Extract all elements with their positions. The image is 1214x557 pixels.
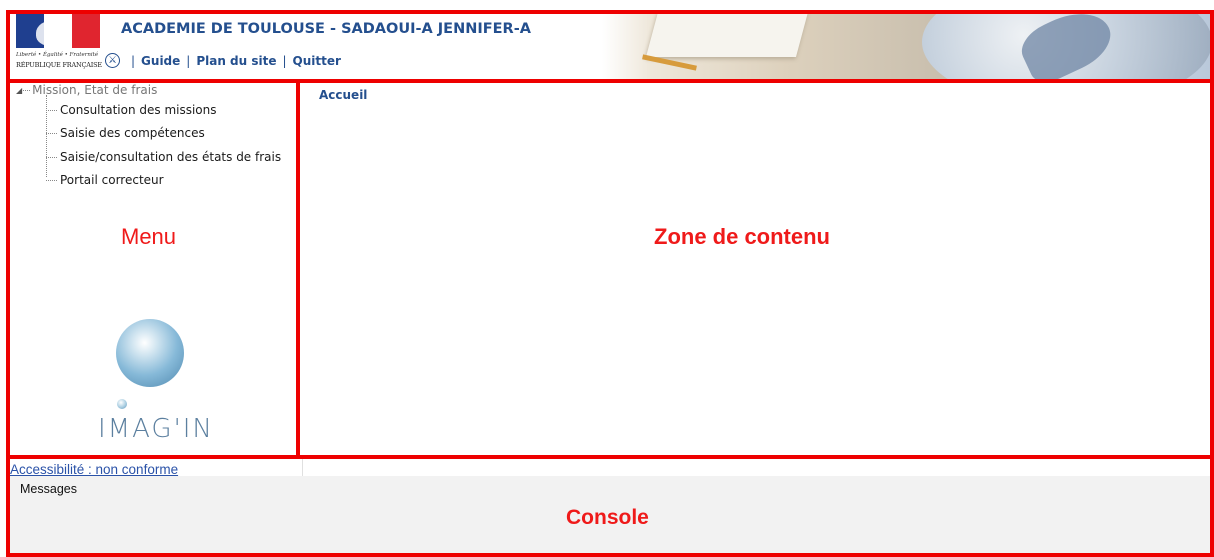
logo-motto: Liberté • Égalité • Fraternité [16,52,99,58]
status-strip [302,459,1214,476]
menu-tree: ◢ Mission, Etat de frais Consultation de… [16,81,281,192]
annotation-content-label: Zone de contenu [654,224,830,249]
bubble-large-icon [116,319,184,387]
annotation-menu-label: Menu [121,224,177,249]
menu-panel: ◢ Mission, Etat de frais Consultation de… [10,79,296,454]
menu-root-label[interactable]: Mission, Etat de frais [32,83,157,97]
menu-root[interactable]: ◢ Mission, Etat de frais [16,81,281,99]
menu-item-etats-de-frais[interactable]: Saisie/consultation des états de frais [46,146,281,169]
header-toolbar: ⚔ | Guide | Plan du site | Quitter [105,53,341,68]
papers-image [645,12,809,57]
menu-item-consultation-missions[interactable]: Consultation des missions [46,99,281,122]
accessibility-icon[interactable]: ⚔ [105,53,120,68]
header-decorative-image [602,10,1214,79]
accessibility-status: Accessibilité : non conforme [10,459,300,477]
bubble-small-icon [117,399,127,409]
breadcrumb[interactable]: Accueil [319,88,367,102]
page-title: ACADEMIE DE TOULOUSE - SADAOUI-A JENNIFE… [121,21,531,37]
toolbar-separator: | [282,53,287,68]
annotation-console-label: Console [566,506,649,529]
logo-name: RÉPUBLIQUE FRANÇAISE [16,61,102,69]
toolbar-separator: | [186,53,191,68]
console-panel: Messages Console [10,476,1214,557]
header-banner: Liberté • Égalité • Fraternité RÉPUBLIQU… [10,10,1214,79]
imagin-logo: IMAG'IN [98,319,212,459]
marianne-profile-icon [36,20,72,46]
accessibility-status-link[interactable]: Accessibilité : non conforme [10,462,178,477]
console-title: Messages [20,482,77,496]
content-zone: Accueil Zone de contenu [300,79,1214,454]
menu-item-saisie-competences[interactable]: Saisie des compétences [46,122,281,145]
imagin-logo-text: IMAG'IN [98,414,214,444]
sitemap-link[interactable]: Plan du site [196,54,276,68]
guide-link[interactable]: Guide [141,54,180,68]
republique-francaise-logo: Liberté • Égalité • Fraternité RÉPUBLIQU… [16,14,102,72]
collapse-triangle-icon[interactable]: ◢ [16,86,22,95]
tree-connector [23,89,31,91]
menu-item-portail-correcteur[interactable]: Portail correcteur [46,169,281,192]
quit-link[interactable]: Quitter [293,54,341,68]
menu-items: Consultation des missions Saisie des com… [46,94,281,192]
toolbar-separator: | [131,53,136,68]
